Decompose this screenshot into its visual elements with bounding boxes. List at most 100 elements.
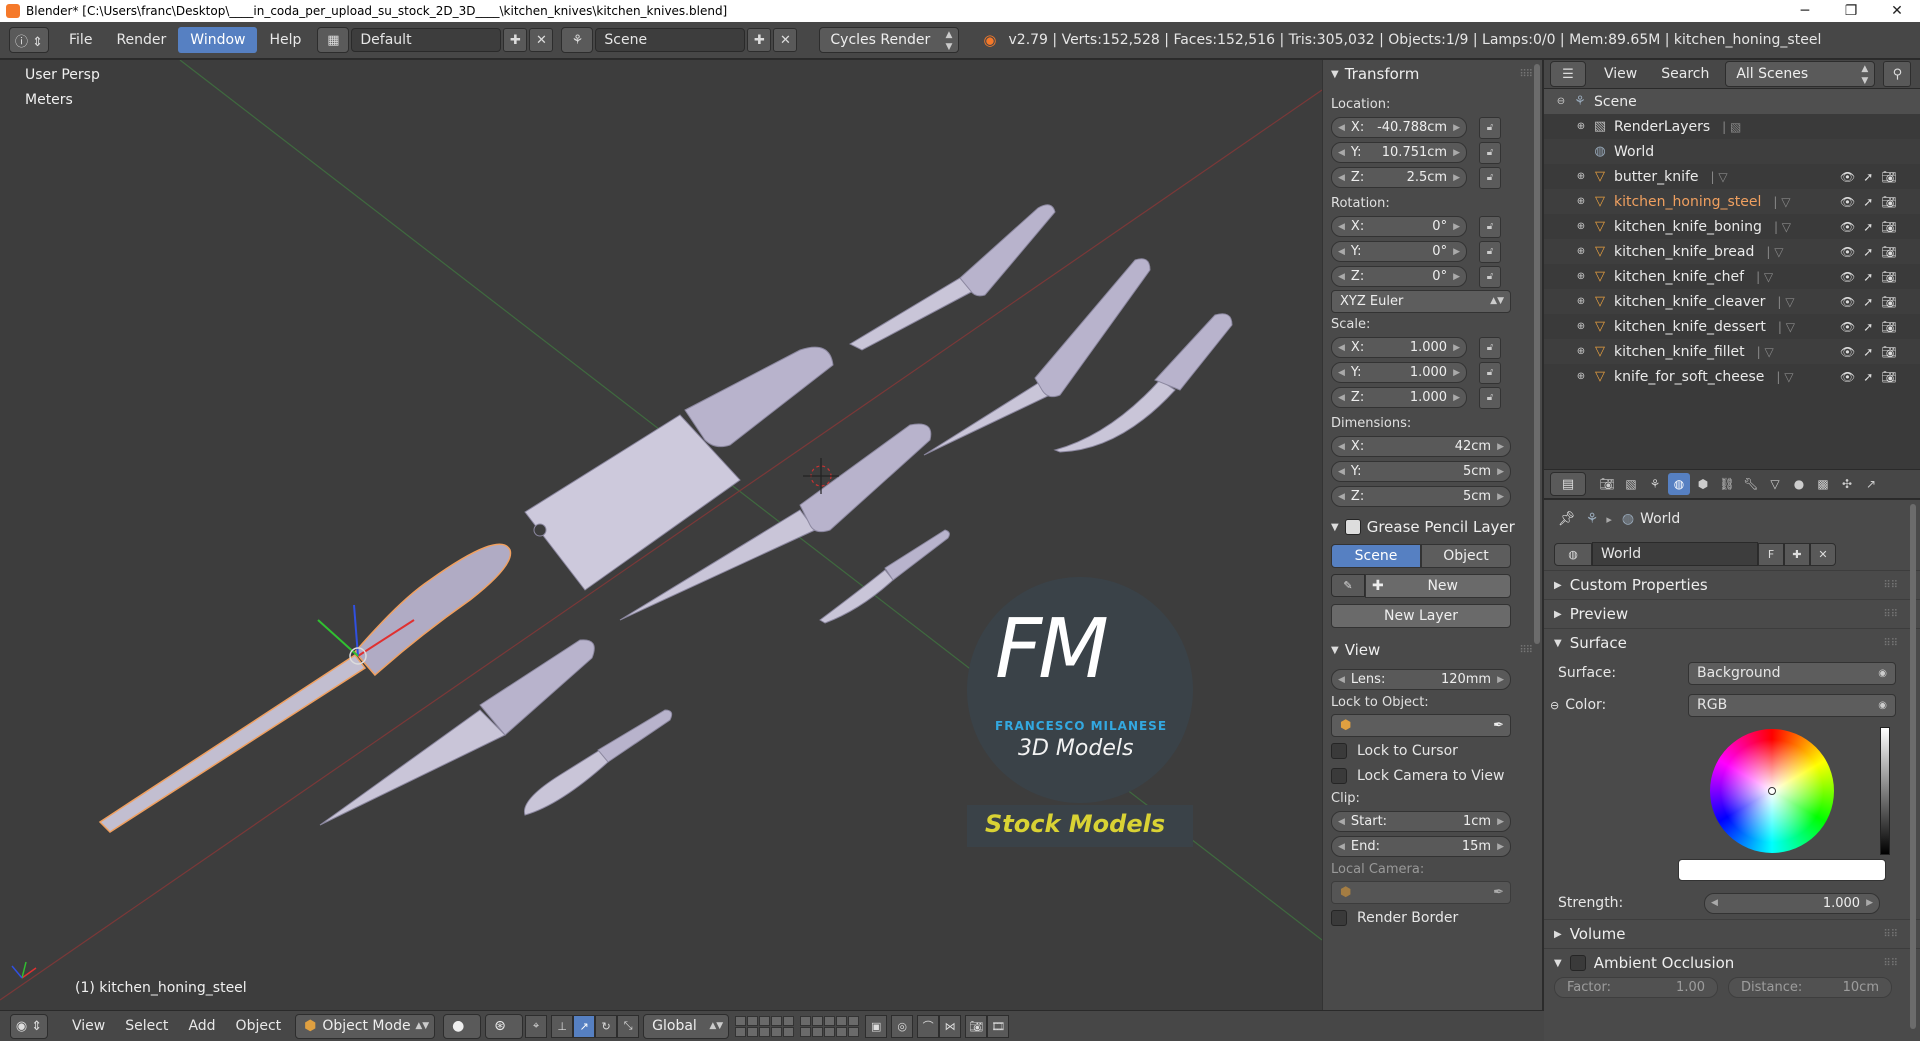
eyedropper-icon[interactable]: ✒: [1493, 715, 1504, 736]
mesh-data-icon[interactable]: | ▽: [1777, 295, 1794, 309]
expand-icon[interactable]: ⊕: [1574, 121, 1588, 132]
outliner-item[interactable]: ⊕ ▽ kitchen_knife_dessert | ▽ 👁︎ ➚ 📷︎: [1544, 314, 1920, 339]
cursor-select-icon[interactable]: ➚: [1863, 320, 1873, 334]
grip-icon[interactable]: ⠿⠿: [1883, 638, 1898, 649]
eye-icon[interactable]: 👁︎: [1840, 270, 1855, 284]
lock-icon[interactable]: 🔓︎: [1479, 166, 1501, 189]
layer-buttons-left[interactable]: [735, 1015, 795, 1037]
lock-icon[interactable]: 🔓︎: [1479, 240, 1501, 263]
value-slider[interactable]: [1880, 727, 1890, 855]
screen-layout-icon-button[interactable]: ▦: [317, 27, 350, 53]
orientation-dropdown[interactable]: Global ▲▼: [643, 1013, 730, 1039]
dimensions-y-field[interactable]: ◀ Y: 5cm ▶: [1331, 461, 1511, 482]
lock-icon[interactable]: 🔓︎: [1479, 386, 1501, 409]
menu-help[interactable]: Help: [257, 27, 313, 53]
screen-layout-field[interactable]: Default: [351, 28, 502, 52]
viewport-menu-object[interactable]: Object: [226, 1013, 292, 1039]
grip-icon[interactable]: ⠿⠿: [1519, 645, 1533, 656]
ambient-occlusion-section[interactable]: ▼ Ambient Occlusion ⠿⠿: [1544, 948, 1920, 977]
delete-scene-button[interactable]: ✕: [773, 28, 798, 52]
delete-screen-button[interactable]: ✕: [529, 28, 554, 52]
constraints-tab-icon[interactable]: ⛓: [1716, 473, 1738, 495]
camera-render-icon[interactable]: 📷︎: [1881, 295, 1896, 309]
modifiers-tab-icon[interactable]: 🔧︎: [1740, 473, 1762, 495]
mode-dropdown[interactable]: ⬢ Object Mode ▲▼: [295, 1013, 436, 1039]
pencil-icon[interactable]: ✎: [1331, 574, 1365, 597]
surface-section[interactable]: ▼ Surface ⠿⠿: [1544, 628, 1920, 657]
add-screen-button[interactable]: ✚: [503, 28, 528, 52]
grip-icon[interactable]: ⠿⠿: [1883, 958, 1898, 969]
unlink-world-button[interactable]: ✕: [1810, 542, 1836, 566]
mesh-data-icon[interactable]: | ▽: [1774, 220, 1791, 234]
data-tab-icon[interactable]: ▽: [1764, 473, 1786, 495]
cursor-select-icon[interactable]: ➚: [1863, 245, 1873, 259]
outliner-item[interactable]: ⊕ ▽ kitchen_knife_boning | ▽ 👁︎ ➚ 📷︎: [1544, 214, 1920, 239]
mesh-data-icon[interactable]: | ▽: [1766, 245, 1783, 259]
lock-icon[interactable]: 🔓︎: [1479, 336, 1501, 359]
custom-properties-section[interactable]: ▶ Custom Properties ⠿⠿: [1544, 570, 1920, 599]
viewport-menu-view[interactable]: View: [62, 1013, 115, 1039]
menu-window[interactable]: Window: [178, 27, 258, 53]
location-x-field[interactable]: ◀ X: -40.788cm ▶: [1331, 117, 1467, 138]
expand-icon[interactable]: ⊕: [1574, 246, 1588, 257]
location-y-field[interactable]: ◀ Y: 10.751cm ▶: [1331, 142, 1467, 163]
eye-icon[interactable]: 👁︎: [1840, 370, 1855, 384]
viewport-scene[interactable]: [0, 60, 1322, 1010]
outliner-item[interactable]: ⊕ ▽ butter_knife | ▽ 👁︎ ➚ 📷︎: [1544, 164, 1920, 189]
outliner-item[interactable]: ◍ World: [1544, 139, 1920, 164]
preview-section[interactable]: ▶ Preview ⠿⠿: [1544, 599, 1920, 628]
color-swatch[interactable]: [1678, 859, 1886, 881]
eye-icon[interactable]: 👁︎: [1840, 320, 1855, 334]
texture-tab-icon[interactable]: ▩: [1812, 473, 1834, 495]
fake-user-button[interactable]: F: [1758, 542, 1784, 566]
eye-icon[interactable]: 👁︎: [1840, 195, 1855, 209]
rotation-mode-dropdown[interactable]: XYZ Euler ▲▼: [1331, 290, 1511, 313]
scale-x-field[interactable]: ◀ X: 1.000 ▶: [1331, 337, 1467, 358]
cursor-select-icon[interactable]: ➚: [1863, 295, 1873, 309]
eye-icon[interactable]: 👁︎: [1840, 220, 1855, 234]
outliner-item[interactable]: ⊕ ▽ kitchen_knife_fillet | ▽ 👁︎ ➚ 📷︎: [1544, 339, 1920, 364]
clip-start-field[interactable]: ◀ Start: 1cm ▶: [1331, 811, 1511, 832]
scene-field[interactable]: Scene: [595, 28, 746, 52]
expand-icon[interactable]: ⊕: [1574, 196, 1588, 207]
proportional-edit-icon[interactable]: ◎: [891, 1014, 914, 1038]
expand-icon[interactable]: ⊕: [1574, 371, 1588, 382]
grease-pencil-checkbox[interactable]: [1344, 519, 1361, 535]
outliner-editor-type-button[interactable]: ☰: [1550, 61, 1586, 87]
lock-to-object-field[interactable]: ⬢ ✒: [1331, 714, 1511, 737]
expand-icon[interactable]: ⊕: [1574, 271, 1588, 282]
expand-icon[interactable]: ⊕: [1574, 296, 1588, 307]
minimize-button[interactable]: ─: [1782, 3, 1828, 19]
lock-icon[interactable]: 🔓︎: [1479, 215, 1501, 238]
outliner-display-mode-dropdown[interactable]: All Scenes ▲ ▼: [1725, 61, 1876, 87]
layer-buttons-right[interactable]: [800, 1015, 860, 1037]
menu-file[interactable]: File: [57, 27, 104, 53]
expand-icon[interactable]: ⊕: [1574, 171, 1588, 182]
cursor-select-icon[interactable]: ➚: [1863, 370, 1873, 384]
cursor-select-icon[interactable]: ➚: [1863, 170, 1873, 184]
dimensions-x-field[interactable]: ◀ X: 42cm ▶: [1331, 436, 1511, 457]
eye-icon[interactable]: 👁︎: [1840, 245, 1855, 259]
rotation-x-field[interactable]: ◀ X: 0° ▶: [1331, 216, 1467, 237]
ao-distance-field[interactable]: Distance: 10cm: [1728, 977, 1892, 998]
outliner-menu-search[interactable]: Search: [1649, 61, 1721, 87]
grip-icon[interactable]: ⠿⠿: [1519, 69, 1533, 80]
outliner-item[interactable]: ⊕ ▽ kitchen_honing_steel | ▽ 👁︎ ➚ 📷︎: [1544, 189, 1920, 214]
ao-factor-field[interactable]: Factor: 1.00: [1554, 977, 1718, 998]
location-z-field[interactable]: ◀ Z: 2.5cm ▶: [1331, 167, 1467, 188]
eyedropper-icon[interactable]: ✒: [1493, 882, 1504, 903]
grip-icon[interactable]: ⠿⠿: [1883, 609, 1898, 620]
rotate-manipulator-icon[interactable]: ↻: [595, 1014, 618, 1038]
render-tab-icon[interactable]: 📷︎: [1596, 473, 1618, 495]
mesh-data-icon[interactable]: | ▽: [1756, 270, 1773, 284]
info-editor-type-button[interactable]: ⓘ ⇕: [9, 27, 49, 53]
lock-icon[interactable]: 🔓︎: [1479, 361, 1501, 384]
viewport-menu-add[interactable]: Add: [178, 1013, 225, 1039]
particles-tab-icon[interactable]: ✣: [1836, 473, 1858, 495]
view-panel-header[interactable]: ▼ View ⠿⠿: [1323, 636, 1542, 664]
mesh-data-icon[interactable]: | ▽: [1757, 345, 1774, 359]
snap-element-icon[interactable]: ⋈: [939, 1014, 962, 1038]
lock-icon[interactable]: 🔓︎: [1479, 116, 1501, 139]
dimensions-z-field[interactable]: ◀ Z: 5cm ▶: [1331, 486, 1511, 507]
grip-icon[interactable]: ⠿⠿: [1883, 929, 1898, 940]
